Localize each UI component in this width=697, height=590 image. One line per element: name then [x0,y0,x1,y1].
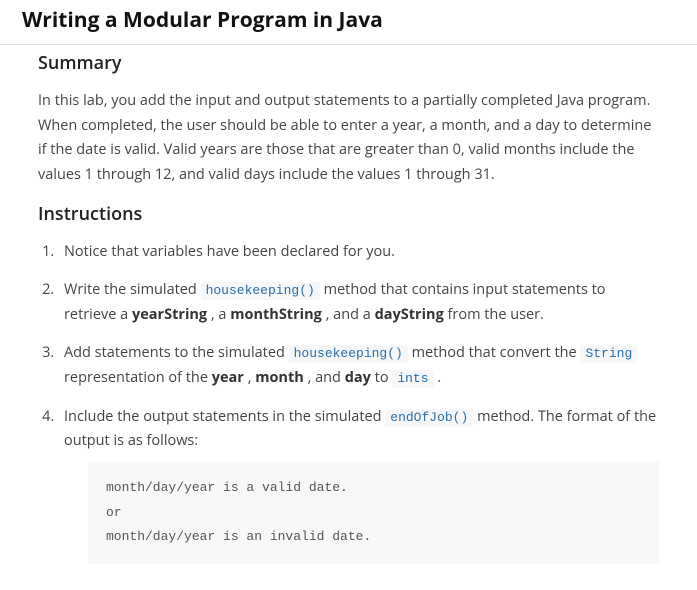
code-ints: ints [392,370,433,388]
text: Include the output statements in the sim… [64,407,385,426]
code-housekeeping: housekeeping() [201,282,320,300]
instruction-item-2: Write the simulated housekeeping() metho… [58,278,659,327]
bold-yearstring: yearString [132,305,207,324]
bold-monthstring: monthString [230,305,322,324]
output-format-codeblock: month/day/year is a valid date. or month… [88,462,659,564]
text: . [437,368,441,387]
instruction-item-1: Notice that variables have been declared… [58,240,659,265]
text: to [375,368,393,387]
text: , a [211,305,230,324]
code-endofjob: endOfJob() [385,409,473,427]
code-string: String [580,345,637,363]
text: , and a [326,305,375,324]
bold-day: day [345,368,371,387]
instruction-item-4: Include the output statements in the sim… [58,405,659,564]
text: Add statements to the simulated [64,343,289,362]
code-housekeeping: housekeeping() [289,345,408,363]
instructions-list: Notice that variables have been declared… [38,240,659,565]
text: representation of the [64,368,212,387]
summary-heading: Summary [38,51,659,75]
instruction-item-3: Add statements to the simulated housekee… [58,341,659,390]
page-title: Writing a Modular Program in Java [0,0,697,45]
text: , and [308,368,345,387]
bold-month: month [255,368,304,387]
instructions-heading: Instructions [38,202,659,226]
text: Write the simulated [64,280,201,299]
text: method that convert the [412,343,581,362]
bold-daystring: dayString [375,305,444,324]
summary-paragraph: In this lab, you add the input and outpu… [38,89,659,188]
bold-year: year [212,368,244,387]
text: from the user. [448,305,544,324]
content-area: Summary In this lab, you add the input a… [0,51,697,590]
